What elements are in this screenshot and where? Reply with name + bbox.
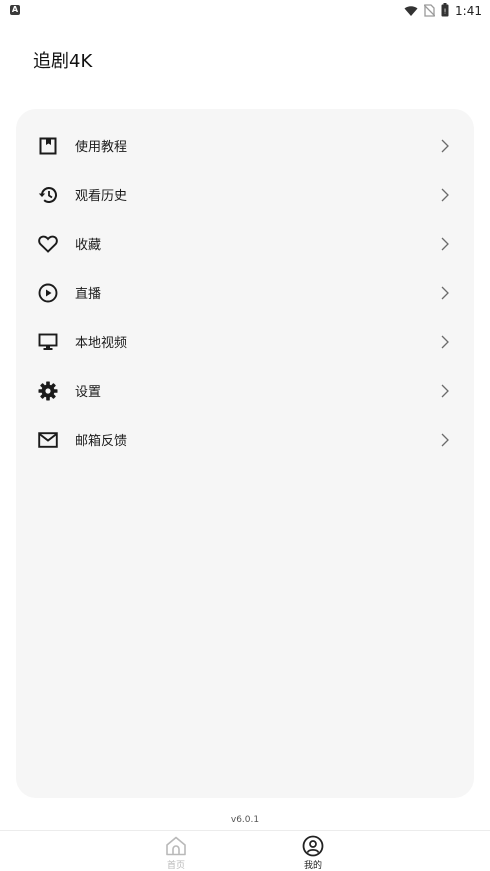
menu-item-label: 设置 xyxy=(75,385,102,400)
chevron-right-icon xyxy=(440,236,450,252)
notification-icon: A xyxy=(10,5,20,15)
status-icons: ! 1:41 xyxy=(404,2,482,21)
nav-item-home[interactable]: 首页 xyxy=(146,835,206,871)
menu-item-tutorial[interactable]: 使用教程 xyxy=(16,121,474,170)
status-time: 1:41 xyxy=(455,4,482,18)
svg-text:!: ! xyxy=(444,7,447,15)
menu-item-label: 直播 xyxy=(75,287,102,302)
menu-item-label: 使用教程 xyxy=(75,140,128,155)
menu-item-live[interactable]: 直播 xyxy=(16,268,474,317)
page-title: 追剧4K xyxy=(33,51,93,72)
nav-label: 我的 xyxy=(303,861,322,871)
play-circle-icon xyxy=(37,282,59,304)
chevron-right-icon xyxy=(440,432,450,448)
chevron-right-icon xyxy=(440,187,450,203)
battery-icon: ! xyxy=(441,2,449,21)
monitor-icon xyxy=(37,331,59,353)
gear-icon xyxy=(37,380,59,402)
history-icon xyxy=(37,184,59,206)
menu-card: 使用教程 观看历史 收藏 直播 本地视频 设置 邮箱反馈 xyxy=(16,109,474,798)
menu-item-label: 收藏 xyxy=(75,238,102,253)
status-bar: A ! 1:41 xyxy=(0,0,490,22)
menu-item-local-video[interactable]: 本地视频 xyxy=(16,317,474,366)
menu-item-label: 观看历史 xyxy=(75,189,128,204)
chevron-right-icon xyxy=(440,285,450,301)
nav-item-mine[interactable]: 我的 xyxy=(283,835,343,871)
menu-item-email-feedback[interactable]: 邮箱反馈 xyxy=(16,415,474,464)
chevron-right-icon xyxy=(440,334,450,350)
bookmark-icon xyxy=(37,135,59,157)
chevron-right-icon xyxy=(440,383,450,399)
menu-item-settings[interactable]: 设置 xyxy=(16,366,474,415)
profile-icon xyxy=(302,835,324,857)
chevron-right-icon xyxy=(440,138,450,154)
version-label: v6.0.1 xyxy=(230,815,260,825)
no-sim-icon xyxy=(423,2,436,21)
menu-item-label: 邮箱反馈 xyxy=(75,434,128,449)
menu-item-favorites[interactable]: 收藏 xyxy=(16,219,474,268)
heart-icon xyxy=(37,233,59,255)
wifi-icon xyxy=(404,2,418,21)
bottom-nav: 首页 我的 xyxy=(0,830,490,871)
menu-item-history[interactable]: 观看历史 xyxy=(16,170,474,219)
mail-icon xyxy=(37,429,59,451)
nav-label: 首页 xyxy=(166,861,185,871)
home-icon xyxy=(165,835,187,857)
menu-item-label: 本地视频 xyxy=(75,336,128,351)
screen: A ! 1:41 追剧4K 使用教程 观看历史 收藏 直播 本地视频 设置 邮箱… xyxy=(0,0,490,871)
